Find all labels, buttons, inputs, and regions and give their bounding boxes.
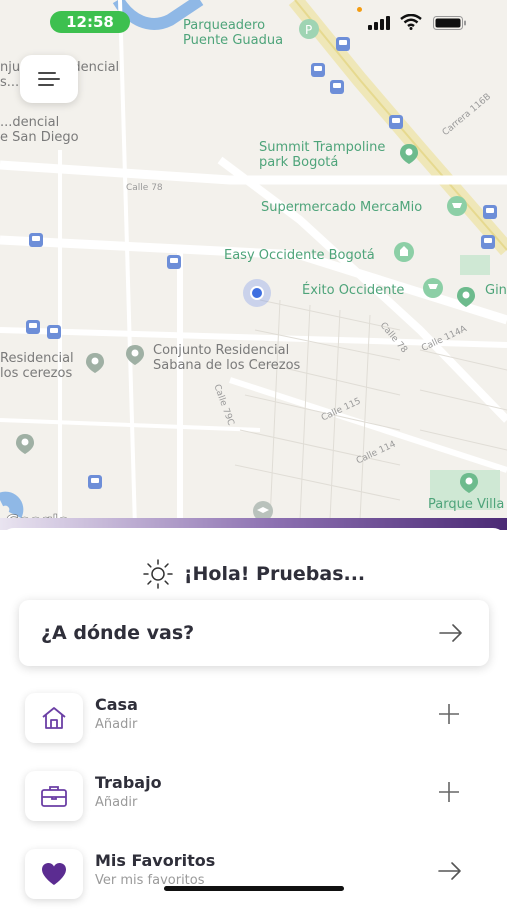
bus-stop-icon [29,233,43,247]
bus-stop-icon [311,63,325,77]
sun-icon [143,559,173,589]
street-label: Calle 78 [126,183,163,193]
bus-stop-icon [336,37,350,51]
row-subtitle: Añadir [95,795,138,810]
home-icon [42,707,66,729]
heart-icon [42,863,66,885]
bus-stop-icon [47,325,61,339]
bottom-sheet: ¡Hola! Pruebas... ¿A dónde vas? Casa Aña… [0,528,507,900]
menu-button[interactable] [20,55,78,103]
cart-pin-icon [447,196,467,216]
favorites-row[interactable]: Mis Favoritos Ver mis favoritos [0,849,507,911]
greeting: ¡Hola! Pruebas... [0,558,507,590]
plus-icon[interactable] [438,781,460,803]
greeting-text: ¡Hola! Pruebas... [183,563,366,585]
current-location-icon[interactable] [243,279,271,307]
row-subtitle: Añadir [95,717,138,732]
svg-text:P: P [305,23,312,37]
plus-icon[interactable] [438,703,460,725]
poi-san-diego[interactable]: ...dencial e San Diego [0,115,79,145]
poi-easy[interactable]: Easy Occidente Bogotá [224,248,375,263]
home-indicator[interactable] [164,886,344,891]
favorite-home-row[interactable]: Casa Añadir [0,693,507,755]
row-title: Trabajo [95,773,162,792]
destination-search-button[interactable]: ¿A dónde vas? [19,600,489,666]
bus-stop-icon [167,255,181,269]
battery-icon [433,16,466,30]
green-pin-icon-2 [457,287,475,307]
poi-exito[interactable]: Éxito Occidente [302,283,404,298]
menu-line [38,78,60,80]
home-icon-box [25,693,83,743]
favorite-work-row[interactable]: Trabajo Añadir [0,771,507,833]
row-title: Mis Favoritos [95,851,216,870]
recording-indicator-icon [357,7,362,12]
status-time: 12:58 [50,11,130,33]
store-pin-icon [423,278,443,298]
work-icon-box [25,771,83,821]
gray-pin-icon-2 [86,353,104,373]
poi-residencial-cerezos[interactable]: Residencial los cerezos [0,351,74,381]
arrow-right-icon[interactable] [438,861,462,881]
gray-pin-icon [126,345,144,365]
poi-conjunto-cerezos[interactable]: Conjunto Residencial Sabana de los Cerez… [153,343,300,373]
green-pin-icon [400,144,418,164]
wifi-icon [400,14,422,30]
bus-stop-icon [481,235,495,249]
menu-line [38,84,54,86]
poi-gin[interactable]: Gin [485,283,507,298]
bus-stop-icon [389,115,403,129]
poi-parque-villa[interactable]: Parque Villa [428,497,504,512]
row-title: Casa [95,695,138,714]
bus-stop-icon [483,205,497,219]
bus-stop-icon [330,80,344,94]
cell-signal-icon [368,16,390,30]
destination-prompt: ¿A dónde vas? [41,622,195,644]
menu-line [38,72,56,74]
poi-parqueadero[interactable]: Parqueadero Puente Guadua [183,18,283,48]
shop-pin-icon [394,242,414,262]
poi-mercamio[interactable]: Supermercado MercaMio [261,200,422,215]
bus-stop-icon [26,320,40,334]
parking-pin-icon: P [299,19,319,39]
gray-pin-icon-3 [16,434,34,454]
poi-summit[interactable]: Summit Trampoline park Bogotá [259,140,385,170]
heart-icon-box [25,849,83,899]
bus-stop-icon [88,475,102,489]
park-pin-icon [460,473,478,493]
briefcase-icon [41,786,67,807]
arrow-right-icon [439,624,462,642]
